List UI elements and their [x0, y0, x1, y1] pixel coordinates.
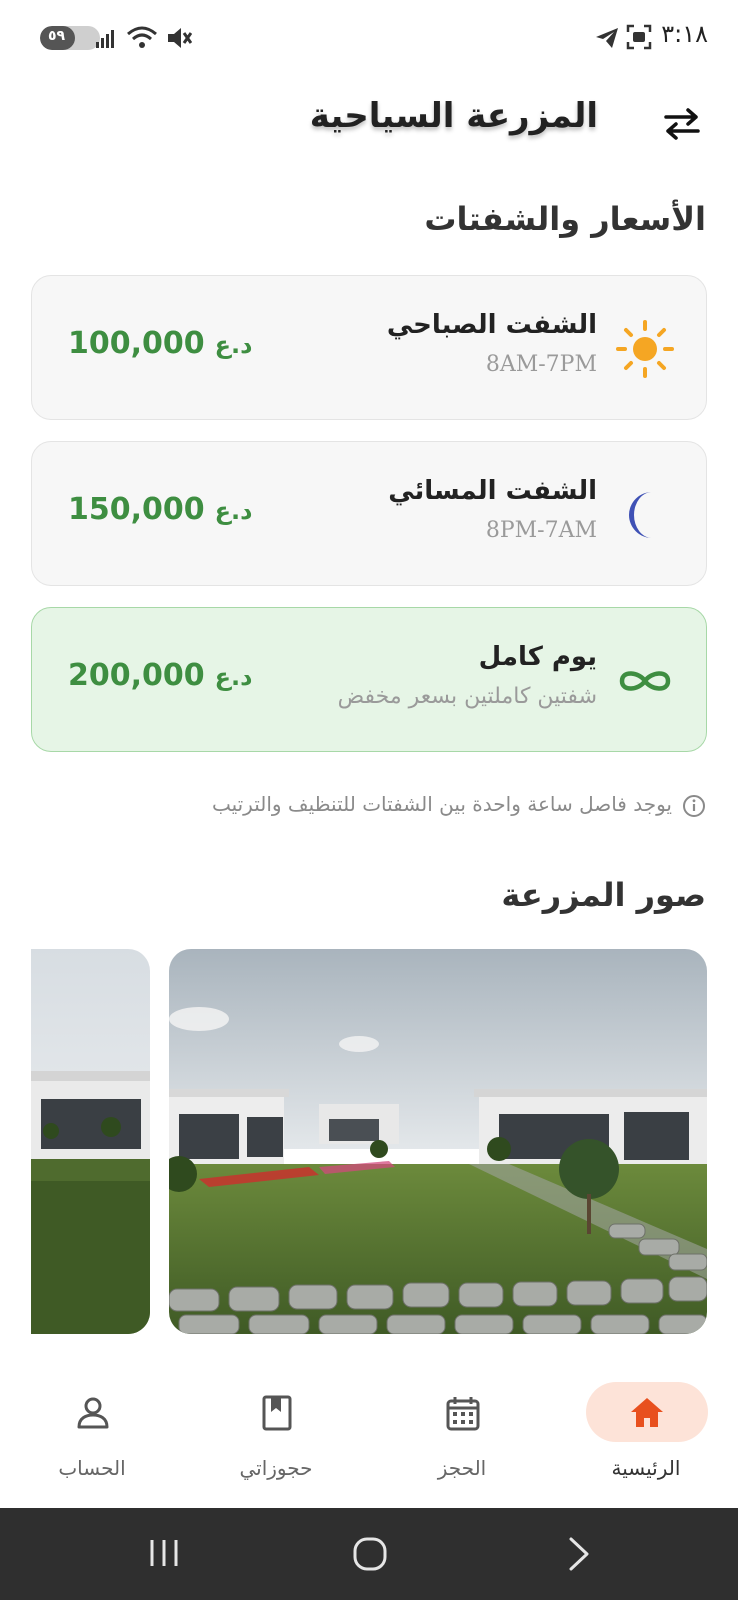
mute-icon — [168, 28, 192, 48]
status-time: ٣:١٨ — [661, 20, 708, 48]
price-value: 200,000 — [68, 658, 205, 693]
recent-apps-icon[interactable] — [148, 1536, 180, 1570]
nav-my-bookings[interactable]: حجوزاتي — [196, 1352, 356, 1508]
battery-indicator: ٥٩ — [40, 26, 100, 50]
card-price: 150,000 د.ع — [68, 492, 252, 527]
currency-label: د.ع — [214, 331, 253, 359]
info-icon — [683, 794, 705, 817]
card-subtitle: شفتين كاملتين بسعر مخفض — [337, 684, 597, 709]
bookmark-icon — [262, 1395, 292, 1431]
screenshot-icon — [626, 24, 652, 50]
farm-photo[interactable] — [31, 949, 150, 1334]
price-value: 100,000 — [68, 326, 205, 361]
sun-icon — [616, 320, 674, 378]
telegram-icon — [596, 28, 618, 48]
calendar-icon — [446, 1397, 480, 1431]
swap-arrows-icon[interactable] — [660, 106, 704, 142]
prices-section-title: الأسعار والشفتات — [424, 200, 706, 238]
system-navigation-bar — [0, 1508, 738, 1600]
moon-icon — [629, 492, 652, 538]
nav-booking[interactable]: الحجز — [382, 1352, 542, 1508]
nav-label: الحجز — [437, 1456, 487, 1480]
evening-shift-card[interactable]: الشفت المسائي 8PM-7AM 150,000 د.ع — [31, 441, 707, 586]
farm-photo[interactable] — [169, 949, 707, 1334]
currency-label: د.ع — [214, 497, 253, 525]
card-price: 100,000 د.ع — [68, 326, 252, 361]
card-title: الشفت المسائي — [388, 476, 597, 506]
currency-label: د.ع — [214, 663, 253, 691]
home-button-icon[interactable] — [352, 1536, 388, 1572]
wifi-icon — [127, 26, 157, 48]
card-hours: 8AM-7PM — [485, 352, 597, 377]
full-day-card[interactable]: يوم كامل شفتين كاملتين بسعر مخفض 200,000… — [31, 607, 707, 752]
battery-text: ٥٩ — [48, 28, 66, 44]
farm-photo-image — [169, 949, 707, 1334]
bottom-navigation: الرئيسية الحجز حجوزاتي الحساب — [0, 1352, 738, 1508]
photos-section-title: صور المزرعة — [501, 876, 706, 914]
info-note-text: يوجد فاصل ساعة واحدة بين الشفتات للتنظيف… — [211, 792, 672, 816]
home-icon — [631, 1398, 663, 1427]
status-bar: ٥٩ ٣:١٨ — [0, 0, 738, 76]
card-hours: 8PM-7AM — [485, 518, 597, 543]
card-title: الشفت الصباحي — [386, 310, 597, 340]
nav-label: الحساب — [58, 1456, 126, 1480]
farm-photo-image — [31, 949, 150, 1334]
back-icon[interactable] — [566, 1536, 592, 1572]
nav-label: حجوزاتي — [239, 1456, 313, 1480]
morning-shift-card[interactable]: الشفت الصباحي 8AM-7PM 100,000 د.ع — [31, 275, 707, 420]
signal-icon — [96, 30, 114, 48]
nav-label: الرئيسية — [611, 1456, 681, 1480]
nav-home[interactable]: الرئيسية — [566, 1352, 726, 1508]
person-icon — [77, 1397, 109, 1429]
infinity-icon — [619, 671, 671, 691]
price-value: 150,000 — [68, 492, 205, 527]
card-price: 200,000 د.ع — [68, 658, 252, 693]
page-title: المزرعة السياحية — [309, 96, 598, 136]
card-title: يوم كامل — [478, 642, 597, 672]
info-note: يوجد فاصل ساعة واحدة بين الشفتات للتنظيف… — [212, 792, 706, 818]
nav-account[interactable]: الحساب — [12, 1352, 172, 1508]
